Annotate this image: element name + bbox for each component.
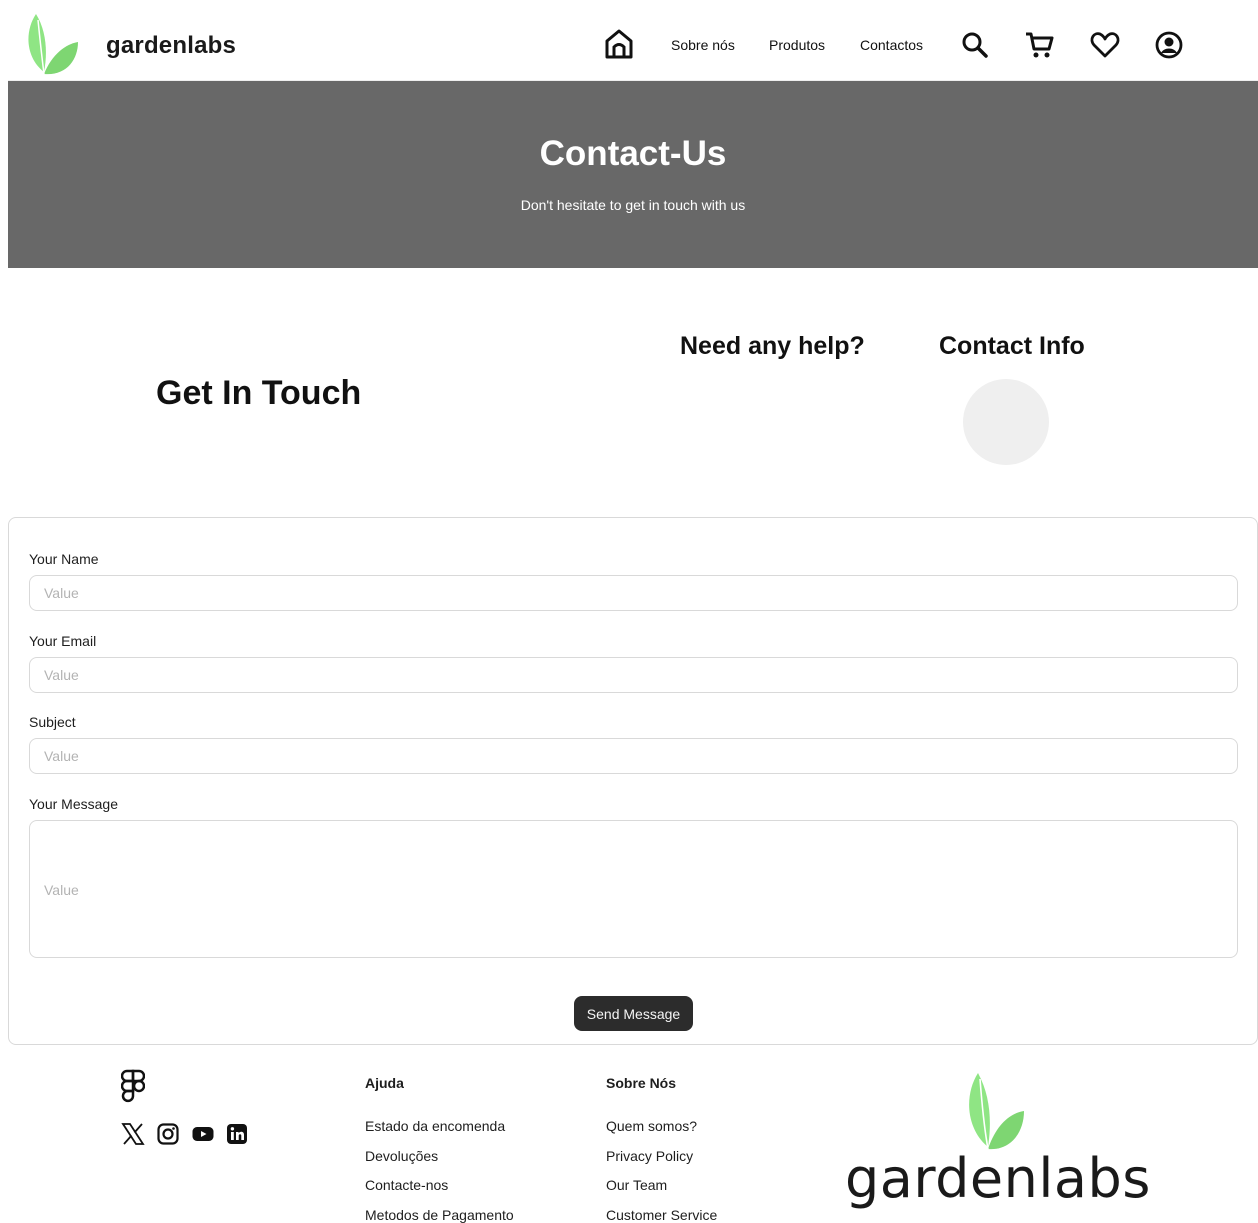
footer-link-contacte-nos[interactable]: Contacte-nos: [365, 1177, 448, 1193]
footer-link-quem-somos[interactable]: Quem somos?: [606, 1118, 697, 1134]
name-label: Your Name: [29, 551, 99, 567]
message-label: Your Message: [29, 796, 118, 812]
hero-banner: Contact-Us Don't hesitate to get in touc…: [8, 81, 1258, 268]
need-help-heading: Need any help?: [680, 332, 865, 360]
linkedin-icon[interactable]: [225, 1122, 249, 1146]
footer-sobre-nos-heading: Sobre Nós: [606, 1075, 677, 1091]
name-input[interactable]: [29, 575, 1238, 611]
footer-link-metodos-pagamento[interactable]: Metodos de Pagamento: [365, 1207, 514, 1223]
subject-label: Subject: [29, 714, 76, 730]
youtube-icon[interactable]: [191, 1122, 215, 1146]
user-circle-icon[interactable]: [1154, 30, 1184, 60]
search-icon[interactable]: [960, 30, 990, 60]
footer-link-devolucoes[interactable]: Devoluções: [365, 1148, 438, 1164]
nav-produtos[interactable]: Produtos: [769, 37, 825, 53]
footer-link-estado-encomenda[interactable]: Estado da encomenda: [365, 1118, 505, 1134]
message-placeholder: Value: [44, 882, 79, 898]
figma-icon[interactable]: [121, 1069, 145, 1105]
email-label: Your Email: [29, 633, 97, 649]
footer-link-privacy-policy[interactable]: Privacy Policy: [606, 1148, 693, 1164]
footer-link-customer-service[interactable]: Customer Service: [606, 1207, 717, 1223]
send-message-button[interactable]: Send Message: [574, 996, 693, 1031]
message-textarea[interactable]: Value: [29, 820, 1238, 958]
leaf-logo-icon[interactable]: [26, 10, 82, 80]
instagram-icon[interactable]: [156, 1122, 180, 1146]
footer-brand-name: gardenlabs: [845, 1147, 1151, 1210]
cart-icon[interactable]: [1024, 30, 1054, 60]
contact-info-avatar: [963, 379, 1049, 465]
contact-form: Your Name Your Email Subject Your Messag…: [8, 517, 1258, 1045]
heart-icon[interactable]: [1090, 30, 1120, 60]
hero-subtitle: Don't hesitate to get in touch with us: [520, 197, 746, 213]
contact-info-heading: Contact Info: [939, 332, 1085, 360]
footer-ajuda-heading: Ajuda: [365, 1075, 404, 1091]
footer-link-our-team[interactable]: Our Team: [606, 1177, 667, 1193]
site-header: gardenlabs Sobre nós Produtos Contactos: [8, 10, 1258, 81]
x-icon[interactable]: [121, 1122, 145, 1146]
hero-title: Contact-Us: [539, 134, 727, 173]
nav-sobre-nos[interactable]: Sobre nós: [671, 37, 735, 53]
footer-leaf-logo-icon: [969, 1073, 1024, 1150]
email-input[interactable]: [29, 657, 1238, 693]
home-icon[interactable]: [604, 28, 634, 60]
subject-input[interactable]: [29, 738, 1238, 774]
brand-name[interactable]: gardenlabs: [106, 32, 236, 60]
nav-contactos[interactable]: Contactos: [860, 37, 923, 53]
get-in-touch-heading: Get In Touch: [156, 374, 362, 412]
